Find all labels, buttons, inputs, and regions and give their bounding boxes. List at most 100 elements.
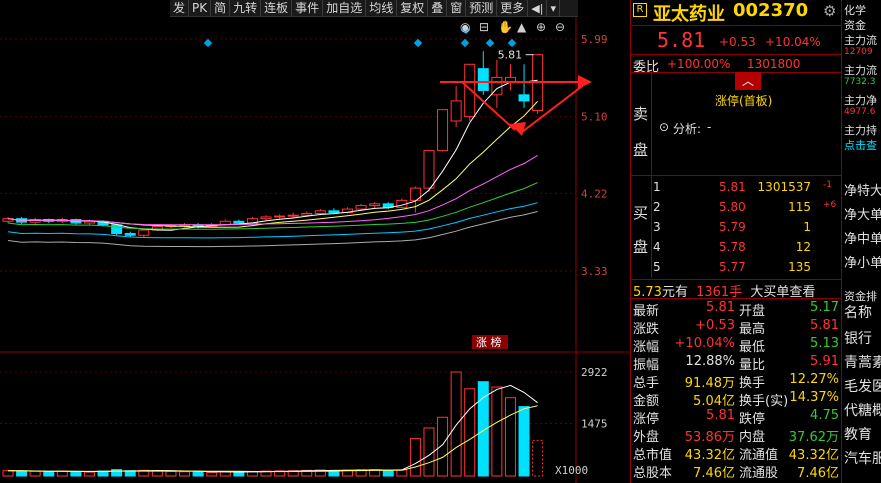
stat-value: 5.13 (810, 336, 839, 351)
order-price: 5.79 (719, 220, 746, 234)
volume-bar (504, 397, 516, 477)
side-panel-item[interactable]: 4977.6 (844, 107, 876, 117)
candle-up (260, 216, 272, 220)
volume-bar (43, 471, 55, 477)
order-price: 5.78 (719, 240, 746, 254)
stock-name: 亚太药业 (653, 4, 725, 25)
candle-up (355, 205, 367, 210)
price-change: +0.53 (719, 35, 756, 49)
stock-code: 002370 (733, 0, 809, 21)
side-panel-item[interactable]: 化学 (844, 2, 866, 18)
stat-label: 最新 (633, 304, 660, 319)
candle-up (274, 215, 286, 218)
flag-badge: R (633, 3, 647, 17)
event-marker-icon (413, 38, 423, 48)
stat-value: 5.81 (706, 408, 735, 423)
stat-value: 37.62万 (788, 430, 839, 445)
stat-label: 振幅 (633, 358, 660, 373)
stat-label: 金额 (633, 394, 660, 409)
stats-row: 最新 5.81 开盘 5.17 (631, 300, 841, 319)
stat-label: 跌停 (739, 412, 766, 427)
side-panel-item[interactable]: 净大单 (844, 204, 881, 223)
side-panel-item[interactable]: 银行 (844, 328, 872, 348)
order-level: 4 (653, 240, 661, 254)
side-panel-item[interactable]: 主力流 (844, 62, 877, 78)
chevron-up-icon: ︿ (735, 72, 761, 90)
order-book-row: 1 5.81 1301537 -1 (651, 180, 841, 198)
side-panel-item[interactable]: 主力净 (844, 92, 877, 108)
candle-down (233, 220, 245, 224)
volume-bar (396, 469, 408, 477)
flag-icon[interactable]: ▲ (517, 20, 527, 34)
stat-value: +0.53 (695, 318, 735, 333)
price-axis-label: 5.10 (581, 111, 608, 124)
side-panel-item[interactable]: 名称 (844, 302, 872, 322)
side-panel-item[interactable]: 青蒿素 (844, 352, 881, 372)
event-marker-icon (507, 38, 517, 48)
side-panel-item[interactable]: 净小单 (844, 252, 881, 271)
volume-bar (206, 471, 218, 477)
side-panel-item[interactable]: 净中单 (844, 228, 881, 247)
stat-value: 5.91 (810, 354, 839, 369)
order-level: 5 (653, 260, 661, 274)
analysis-icon: ⊙ (659, 120, 670, 134)
stat-label: 最低 (739, 340, 766, 355)
order-level: 2 (653, 200, 661, 214)
stat-label: 外盘 (633, 430, 660, 445)
settings-gear-icon[interactable]: ⚙ (823, 2, 836, 20)
order-book-row: 2 5.80 115 +6 (651, 200, 841, 218)
stat-value: 43.32亿 (684, 448, 735, 463)
candle-up (369, 203, 381, 207)
side-panel-item[interactable]: 净特大 (844, 180, 881, 199)
volume-bar (2, 470, 14, 477)
candle-up (138, 229, 150, 236)
volume-axis-label: 1475 (581, 418, 608, 431)
zoom-in-icon[interactable]: ⊕ (536, 20, 546, 34)
side-panel-item[interactable]: 主力持 (844, 122, 877, 138)
stat-value: 7.46亿 (693, 466, 735, 481)
volume-bar (464, 388, 476, 477)
annotation-arrowhead-2 (510, 122, 526, 136)
volume-bar (179, 471, 191, 477)
order-volume: 135 (788, 260, 811, 274)
stat-value: 12.88% (685, 354, 735, 369)
zoom-out-icon[interactable]: ⊖ (555, 20, 565, 34)
analysis-label: 分析: (673, 122, 702, 136)
candle-down (111, 224, 123, 234)
order-level: 1 (653, 180, 661, 194)
order-book-row: 3 5.79 1 (651, 220, 841, 238)
candle-up (301, 212, 313, 216)
sell-label: 卖盘 (633, 105, 649, 159)
limit-up-status: 涨停(首板) (715, 94, 773, 108)
side-panel-item[interactable]: 7732.3 (844, 77, 876, 87)
stat-value: 5.17 (810, 300, 839, 315)
side-panel-item[interactable]: 资金 (844, 17, 866, 33)
side-panel-item[interactable]: 毛发医 (844, 376, 881, 396)
side-panel-item[interactable]: 12709 (844, 47, 873, 57)
side-panel-item[interactable]: 教育 (844, 424, 872, 444)
order-volume: 115 (788, 200, 811, 214)
volume-bar (70, 471, 82, 477)
ma20-line (7, 154, 538, 226)
volume-bar (437, 416, 449, 477)
stat-label: 流通股 (739, 466, 779, 481)
kline-chart[interactable]: 5.99 5.10 4.22 3.33 2922 1475 X1000 5.81 ◉ ⊟ ✋ ▲ ⊕ ⊖ 涨… (0, 0, 630, 483)
hand-icon[interactable]: ✋ (498, 20, 513, 34)
side-panel-item[interactable]: 点击查 (844, 137, 877, 153)
side-panel-item[interactable]: 汽车服 (844, 448, 881, 468)
stats-row: 涨跌 +0.53 最高 5.81 (631, 318, 841, 337)
candle-up (437, 109, 449, 152)
stat-label: 总市值 (633, 448, 673, 463)
gift-icon[interactable]: ⊟ (479, 20, 489, 34)
stat-value: 91.48万 (684, 376, 735, 391)
volume-bar (16, 470, 28, 477)
current-price: 5.81 (657, 28, 706, 52)
eye-icon[interactable]: ◉ (460, 20, 470, 34)
price-axis-label: 4.22 (581, 187, 608, 200)
side-panel-item[interactable]: 代糖概 (844, 400, 881, 420)
stats-row: 总手 91.48万 换手 12.27% (631, 372, 841, 391)
side-panel-item[interactable]: 主力流 (844, 32, 877, 48)
stat-value: 53.86万 (684, 430, 735, 445)
buy-label: 买盘 (633, 204, 649, 256)
volume-unit-label: X1000 (555, 464, 588, 477)
